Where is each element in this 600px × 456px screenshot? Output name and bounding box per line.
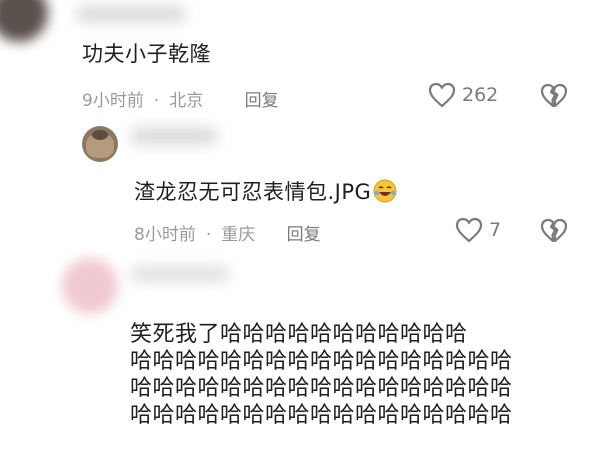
comment-line: 哈哈哈哈哈哈哈哈哈哈哈哈哈哈哈哈哈 xyxy=(130,403,513,428)
comment-meta: 8小时前 · 重庆 回复 xyxy=(134,220,321,245)
comment-text-content: 渣龙忍无可忍表情包.JPG xyxy=(134,180,372,204)
avatar xyxy=(0,0,48,42)
username-blurred xyxy=(76,6,186,22)
comment-meta: 9小时前 · 北京 回复 xyxy=(82,86,279,111)
username-blurred xyxy=(130,128,218,144)
avatar xyxy=(82,126,118,162)
timestamp: 8小时前 xyxy=(134,225,196,245)
like-count: 262 xyxy=(462,84,499,106)
comment-line: 哈哈哈哈哈哈哈哈哈哈哈哈哈哈哈哈哈 xyxy=(130,349,513,374)
dislike-button[interactable] xyxy=(540,83,568,109)
comment-text: 笑死我了哈哈哈哈哈哈哈哈哈哈哈 哈哈哈哈哈哈哈哈哈哈哈哈哈哈哈哈哈 哈哈哈哈哈哈… xyxy=(130,321,580,429)
reply-button[interactable]: 回复 xyxy=(287,225,321,245)
separator: · xyxy=(205,225,212,245)
timestamp: 9小时前 xyxy=(82,91,144,111)
username-blurred xyxy=(130,266,230,282)
location: 重庆 xyxy=(221,225,256,245)
like-button[interactable]: 262 xyxy=(428,82,498,108)
comment-line: 哈哈哈哈哈哈哈哈哈哈哈哈哈哈哈哈哈 xyxy=(130,376,513,401)
heart-outline-icon xyxy=(428,82,456,108)
laughing-emoji-icon xyxy=(373,179,397,203)
dislike-button[interactable] xyxy=(540,218,568,244)
separator: · xyxy=(153,91,160,111)
like-count: 7 xyxy=(489,219,502,241)
comment-text: 渣龙忍无可忍表情包.JPG xyxy=(134,176,397,206)
like-button[interactable]: 7 xyxy=(455,217,501,243)
broken-heart-icon xyxy=(540,218,568,243)
broken-heart-icon xyxy=(540,83,568,108)
heart-outline-icon xyxy=(455,217,483,243)
comment-line: 笑死我了哈哈哈哈哈哈哈哈哈哈哈 xyxy=(130,322,468,347)
location: 北京 xyxy=(169,91,204,111)
comment-text: 功夫小子乾隆 xyxy=(82,42,211,66)
reply-button[interactable]: 回复 xyxy=(245,91,279,111)
avatar xyxy=(62,258,118,314)
